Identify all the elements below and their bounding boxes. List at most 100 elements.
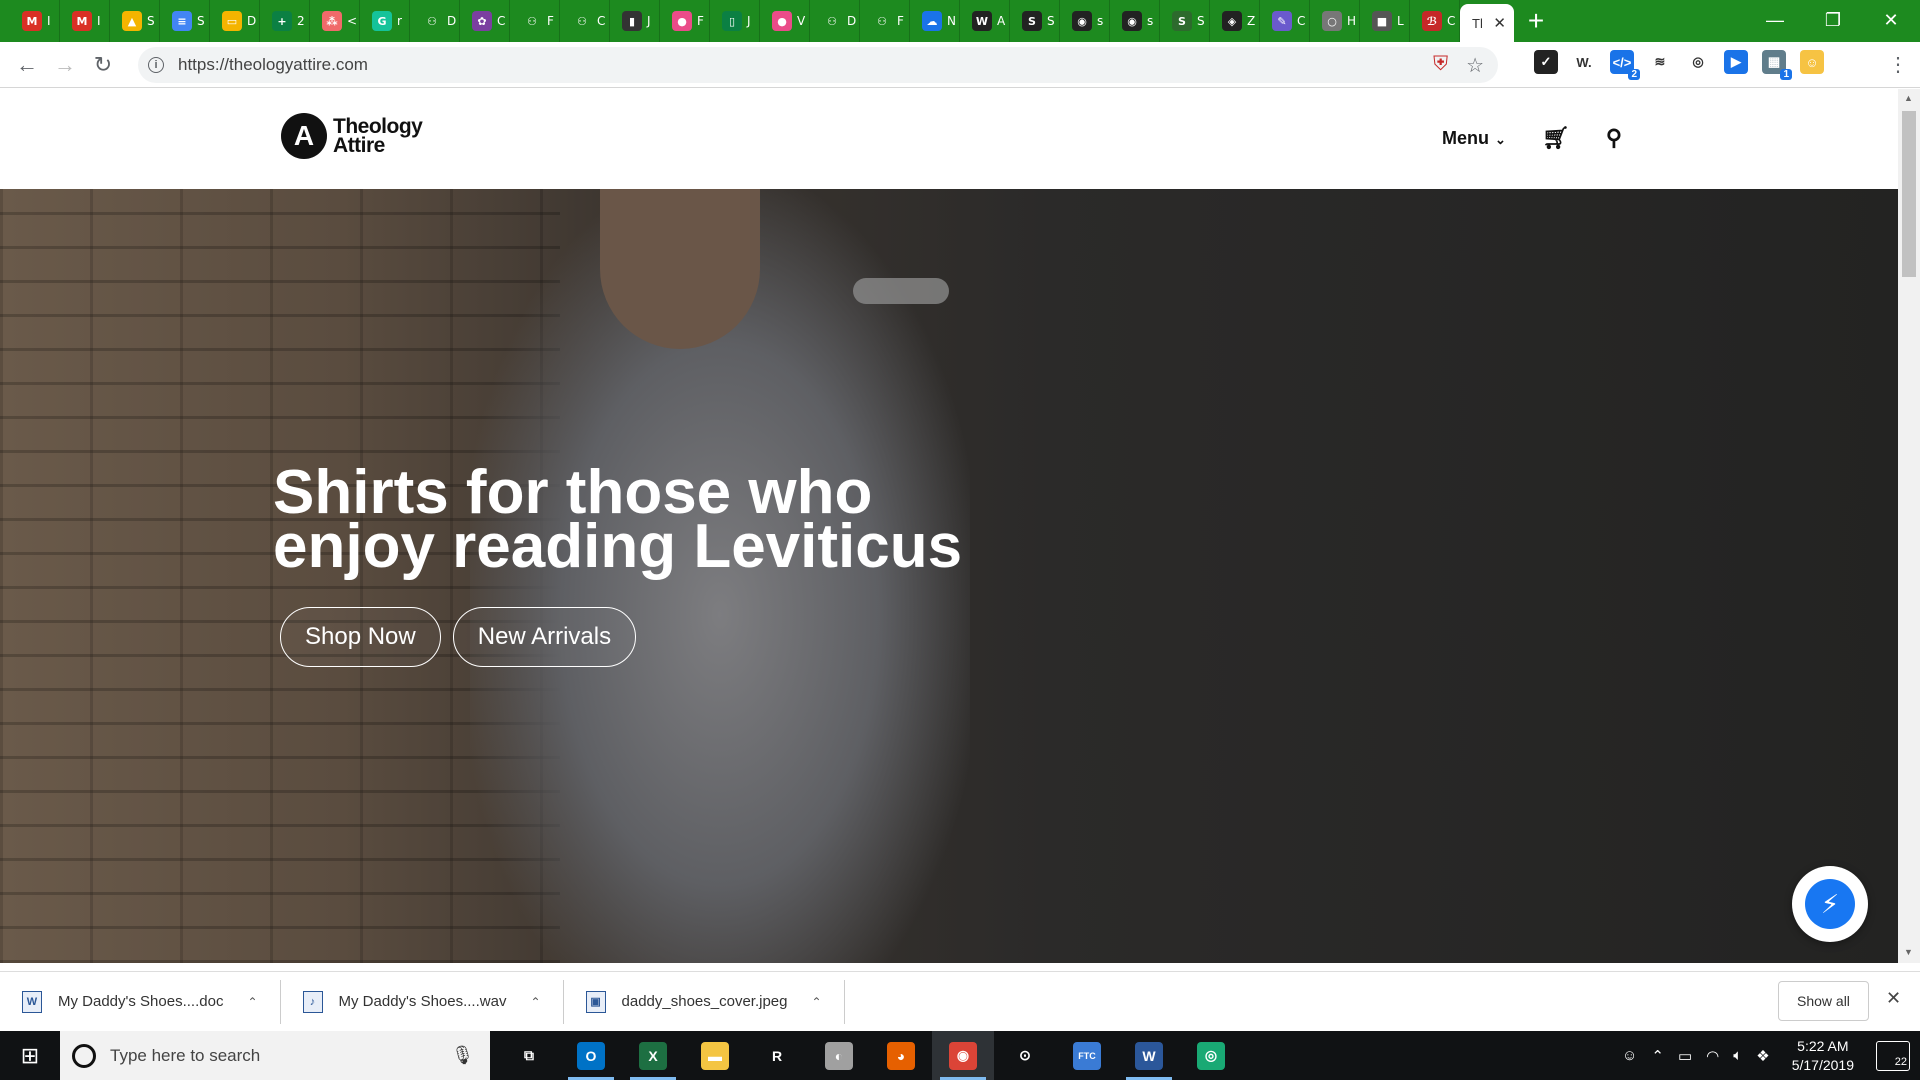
browser-tab[interactable]: ℬC bbox=[1410, 0, 1460, 42]
browser-tab[interactable]: ⚇ D bbox=[810, 0, 860, 42]
windows-start-icon[interactable]: ⊞ bbox=[0, 1031, 60, 1080]
browser-tab[interactable]: ▲ S bbox=[110, 0, 160, 42]
spiral-ext-icon[interactable]: ◎ bbox=[1686, 50, 1710, 74]
blocked-content-icon[interactable]: ⛨ bbox=[1433, 53, 1448, 78]
taskbar-app[interactable]: O bbox=[560, 1031, 622, 1080]
asana-icon: ⁂ bbox=[322, 11, 342, 31]
download-item[interactable]: ♪ My Daddy's Shoes....wav ⌃ bbox=[281, 979, 564, 1024]
wifi-icon[interactable]: ◠ bbox=[1706, 1047, 1719, 1065]
cart-icon[interactable]: 🛒︎ bbox=[1542, 125, 1570, 151]
scroll-down-icon[interactable]: ▼ bbox=[1904, 947, 1913, 957]
minimize-button[interactable]: — bbox=[1746, 0, 1804, 42]
browser-tab[interactable]: ▭ D bbox=[210, 0, 260, 42]
cortana-icon[interactable] bbox=[72, 1043, 96, 1068]
browser-tab[interactable]: ✎ C bbox=[1260, 0, 1310, 42]
taskbar-app[interactable]: ◉ bbox=[932, 1031, 994, 1080]
extension-bar: ✓ W. </> 2 ≋ ◎ ▶ ▦ 1 ☺ bbox=[1534, 50, 1824, 80]
clock[interactable]: 5:22 AM 5/17/2019 bbox=[1792, 1037, 1854, 1075]
active-tab-title: Tl bbox=[1472, 15, 1483, 31]
scroll-up-icon[interactable]: ▲ bbox=[1904, 93, 1913, 103]
browser-tab[interactable]: ○ H bbox=[1310, 0, 1360, 42]
browser-tab[interactable]: ⚇ D bbox=[410, 0, 460, 42]
show-all-button[interactable]: Show all bbox=[1778, 981, 1869, 1021]
bookmark-star-icon[interactable]: ☆ bbox=[1466, 53, 1484, 78]
taskbar-app[interactable]: ◐ bbox=[808, 1031, 870, 1080]
grid-ext-icon[interactable]: ▦ 1 bbox=[1762, 50, 1792, 80]
browser-tab[interactable]: +2 bbox=[260, 0, 310, 42]
taskbar-app[interactable]: ◎ bbox=[1180, 1031, 1242, 1080]
page-scrollbar[interactable]: ▲ ▼ bbox=[1898, 89, 1920, 963]
close-tab-icon[interactable]: ✕ bbox=[1493, 14, 1506, 32]
download-item[interactable]: ▣ daddy_shoes_cover.jpeg ⌃ bbox=[564, 979, 845, 1024]
chrome-menu-icon[interactable]: ⋮ bbox=[1888, 52, 1908, 77]
download-item[interactable]: W My Daddy's Shoes....doc ⌃ bbox=[0, 979, 281, 1024]
checkbox-ext-icon[interactable]: ✓ bbox=[1534, 50, 1558, 74]
shop-now-button[interactable]: Shop Now bbox=[280, 607, 441, 667]
messenger-chat-button[interactable]: ⚡︎ bbox=[1792, 866, 1868, 942]
taskbar-search[interactable]: Type here to search 🎙︎ bbox=[60, 1031, 490, 1080]
new-tab-button[interactable]: + bbox=[1514, 0, 1558, 42]
taskbar-app[interactable]: R bbox=[746, 1031, 808, 1080]
browser-tab[interactable]: ◉ s bbox=[1060, 0, 1110, 42]
site-logo[interactable]: A Theology Attire bbox=[281, 113, 423, 159]
browser-tab[interactable]: Gr bbox=[360, 0, 410, 42]
dropbox-icon[interactable]: ❖ bbox=[1756, 1047, 1769, 1065]
browser-tab[interactable]: ≡ S bbox=[160, 0, 210, 42]
menu-button[interactable]: Menu ⌄ bbox=[1442, 128, 1506, 149]
flag-ext-icon[interactable]: ▶ bbox=[1724, 50, 1748, 74]
w-ext-icon[interactable]: W. bbox=[1572, 50, 1596, 74]
chevron-up-icon[interactable]: ⌃ bbox=[247, 995, 257, 1009]
browser-tab[interactable]: WA bbox=[960, 0, 1010, 42]
tray-chevron-up-icon[interactable]: ⌃ bbox=[1651, 1047, 1664, 1065]
emoji-ext-icon[interactable]: ☺ bbox=[1800, 50, 1824, 74]
close-downloads-icon[interactable]: ✕ bbox=[1886, 988, 1901, 1009]
browser-tab[interactable]: ✿ C bbox=[460, 0, 510, 42]
browser-tab[interactable]: ⚇ F bbox=[860, 0, 910, 42]
browser-tab[interactable]: ⚇ C bbox=[560, 0, 610, 42]
browser-tab[interactable]: MI bbox=[60, 0, 110, 42]
active-tab[interactable]: Tl ✕ bbox=[1460, 4, 1514, 42]
taskbar-app[interactable]: FTC bbox=[1056, 1031, 1118, 1080]
browser-tab[interactable]: ⁂ < bbox=[310, 0, 360, 42]
browser-tab[interactable]: ▯ J bbox=[710, 0, 760, 42]
taskbar-app[interactable]: X bbox=[622, 1031, 684, 1080]
browser-tab[interactable]: ☁ N bbox=[910, 0, 960, 42]
browser-tab[interactable]: ● F bbox=[660, 0, 710, 42]
browser-tab[interactable]: ◉ s bbox=[1110, 0, 1160, 42]
new-arrivals-button[interactable]: New Arrivals bbox=[452, 607, 637, 667]
url-text[interactable]: https://theologyattire.com bbox=[178, 55, 368, 75]
browser-tab[interactable]: ● V bbox=[760, 0, 810, 42]
reload-icon[interactable]: ↻ bbox=[84, 52, 122, 78]
search-icon[interactable]: ⚲ bbox=[1606, 125, 1622, 151]
browser-tab[interactable]: ▮ J bbox=[610, 0, 660, 42]
layers-ext-icon[interactable]: ≋ bbox=[1648, 50, 1672, 74]
taskbar-app[interactable]: ▬ bbox=[684, 1031, 746, 1080]
forward-arrow-icon[interactable]: → bbox=[46, 52, 84, 78]
restore-button[interactable]: ❐ bbox=[1804, 0, 1862, 42]
microphone-icon[interactable]: 🎙︎ bbox=[451, 1045, 474, 1066]
scroll-thumb[interactable] bbox=[1902, 111, 1916, 277]
browser-tab[interactable]: MI bbox=[10, 0, 60, 42]
volume-icon[interactable]: 🔈︎ bbox=[1733, 1047, 1742, 1064]
battery-icon[interactable]: ▭ bbox=[1678, 1047, 1692, 1065]
taskbar-app[interactable]: ◕ bbox=[870, 1031, 932, 1080]
address-bar[interactable]: i https://theologyattire.com ⛨ ☆ bbox=[138, 47, 1498, 83]
notification-center-icon[interactable]: 22 bbox=[1876, 1040, 1910, 1071]
chevron-up-icon[interactable]: ⌃ bbox=[530, 995, 540, 1009]
taskbar-app[interactable]: ⧉ bbox=[498, 1031, 560, 1080]
browser-tab[interactable]: SS bbox=[1010, 0, 1060, 42]
taskbar-app[interactable]: W bbox=[1118, 1031, 1180, 1080]
chevron-up-icon[interactable]: ⌃ bbox=[811, 995, 821, 1009]
close-window-button[interactable]: ✕ bbox=[1862, 0, 1920, 42]
tab-title: F bbox=[897, 14, 904, 28]
back-arrow-icon[interactable]: ← bbox=[8, 52, 46, 78]
browser-tab[interactable]: SS bbox=[1160, 0, 1210, 42]
browser-tab[interactable]: ◈ Z bbox=[1210, 0, 1260, 42]
browser-tab[interactable]: ⚇ F bbox=[510, 0, 560, 42]
site-info-icon[interactable]: i bbox=[148, 57, 164, 73]
code-ext-icon[interactable]: </> 2 bbox=[1610, 50, 1640, 80]
green-circle-icon: ◎ bbox=[1197, 1041, 1225, 1070]
browser-tab[interactable]: ■ L bbox=[1360, 0, 1410, 42]
taskbar-app[interactable]: ⊙ bbox=[994, 1031, 1056, 1080]
people-icon[interactable]: ☺ bbox=[1622, 1047, 1637, 1064]
